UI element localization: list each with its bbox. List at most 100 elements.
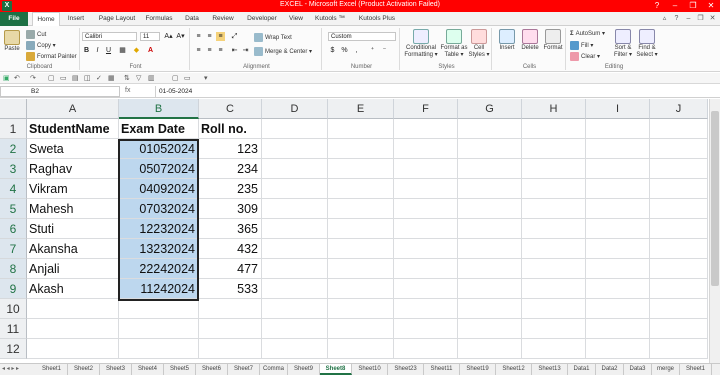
cell-a11[interactable]	[27, 319, 119, 339]
help-icon-small[interactable]: ?	[672, 14, 681, 23]
cell-b5[interactable]: 07032024	[119, 199, 199, 219]
cell-j10[interactable]	[650, 299, 708, 319]
minimize-button[interactable]: –	[666, 0, 684, 12]
cell-e6[interactable]	[328, 219, 394, 239]
cell-h4[interactable]	[522, 179, 586, 199]
cell-c10[interactable]	[199, 299, 262, 319]
row-header-8[interactable]: 8	[0, 259, 27, 279]
font-name-dropdown[interactable]: Calibri	[82, 32, 137, 41]
cell-f10[interactable]	[394, 299, 458, 319]
cell-f5[interactable]	[394, 199, 458, 219]
sheet-tab-sheet19[interactable]: Sheet19	[460, 364, 496, 375]
tab-formulas[interactable]: Formulas	[142, 12, 176, 26]
cell-d4[interactable]	[262, 179, 328, 199]
cell-a12[interactable]	[27, 339, 119, 359]
cell-e12[interactable]	[328, 339, 394, 359]
cell-c8[interactable]: 477	[199, 259, 262, 279]
format-painter-button[interactable]: Format Painter	[26, 52, 77, 61]
currency-button[interactable]: $	[328, 46, 337, 55]
close-button[interactable]: ✕	[702, 0, 720, 12]
row-header-1[interactable]: 1	[0, 119, 27, 139]
decrease-decimal-icon[interactable]: ⁻	[380, 46, 389, 55]
column-header-e[interactable]: E	[328, 99, 394, 119]
format-cells-button[interactable]: Format	[542, 29, 564, 52]
borders-icon[interactable]: ▦	[118, 46, 127, 55]
print-icon[interactable]: ▤	[72, 74, 79, 82]
sheet-tab-sheet7[interactable]: Sheet7	[228, 364, 260, 375]
cell-c5[interactable]: 309	[199, 199, 262, 219]
cell-d12[interactable]	[262, 339, 328, 359]
cell-g5[interactable]	[458, 199, 522, 219]
close-workbook-icon[interactable]: ✕	[708, 14, 717, 23]
cell-b2[interactable]: 01052024	[119, 139, 199, 159]
cell-b7[interactable]: 13232024	[119, 239, 199, 259]
autosum-button[interactable]: Σ AutoSum ▾	[570, 30, 605, 37]
spelling-icon[interactable]: ✓	[96, 74, 102, 82]
align-right-icon[interactable]: ≡	[216, 46, 225, 55]
cell-i1[interactable]	[586, 119, 650, 139]
fill-button[interactable]: Fill ▾	[570, 41, 593, 50]
cell-e3[interactable]	[328, 159, 394, 179]
redo-icon[interactable]: ↷	[30, 74, 36, 82]
cell-g8[interactable]	[458, 259, 522, 279]
cell-d10[interactable]	[262, 299, 328, 319]
open-file-icon[interactable]: ▭	[60, 74, 67, 82]
cell-g4[interactable]	[458, 179, 522, 199]
cell-j11[interactable]	[650, 319, 708, 339]
sheet-tab-sheet1[interactable]: Sheet1	[36, 364, 68, 375]
delete-cells-button[interactable]: Delete	[519, 29, 541, 52]
merge-small-icon[interactable]: ▭	[184, 74, 191, 82]
cell-f9[interactable]	[394, 279, 458, 299]
row-header-5[interactable]: 5	[0, 199, 27, 219]
cell-f8[interactable]	[394, 259, 458, 279]
cell-j3[interactable]	[650, 159, 708, 179]
column-header-j[interactable]: J	[650, 99, 708, 119]
cell-c11[interactable]	[199, 319, 262, 339]
sheet-tab-data3[interactable]: Data3	[624, 364, 652, 375]
cell-b10[interactable]	[119, 299, 199, 319]
find-select-button[interactable]: Find & Select ▾	[636, 29, 658, 59]
sheet-tab-sheet8[interactable]: Sheet8	[320, 364, 352, 375]
cell-e8[interactable]	[328, 259, 394, 279]
cell-a6[interactable]: Stuti	[27, 219, 119, 239]
row-header-3[interactable]: 3	[0, 159, 27, 179]
cell-h11[interactable]	[522, 319, 586, 339]
formula-input[interactable]: 01-05-2024	[155, 86, 715, 97]
percent-button[interactable]: %	[340, 46, 349, 55]
cell-i9[interactable]	[586, 279, 650, 299]
sheet-tab-sheet3[interactable]: Sheet3	[100, 364, 132, 375]
cell-d8[interactable]	[262, 259, 328, 279]
sheet-tab-sheet2[interactable]: Sheet2	[68, 364, 100, 375]
cell-b11[interactable]	[119, 319, 199, 339]
cell-g12[interactable]	[458, 339, 522, 359]
row-header-6[interactable]: 6	[0, 219, 27, 239]
cell-g6[interactable]	[458, 219, 522, 239]
filter-icon[interactable]: ▽	[136, 74, 141, 82]
cell-a1[interactable]: StudentName	[27, 119, 119, 139]
cell-e7[interactable]	[328, 239, 394, 259]
cell-j1[interactable]	[650, 119, 708, 139]
sort-filter-button[interactable]: Sort & Filter ▾	[612, 29, 634, 59]
cell-e1[interactable]	[328, 119, 394, 139]
cell-g7[interactable]	[458, 239, 522, 259]
insert-cells-button[interactable]: Insert	[496, 29, 518, 52]
cell-a10[interactable]	[27, 299, 119, 319]
cell-j4[interactable]	[650, 179, 708, 199]
number-format-dropdown[interactable]: Custom	[328, 32, 396, 41]
cell-c1[interactable]: Roll no.	[199, 119, 262, 139]
border-icon[interactable]: ▢	[172, 74, 179, 82]
cell-b9[interactable]: 11242024	[119, 279, 199, 299]
cell-styles-button[interactable]: Cell Styles ▾	[468, 29, 490, 59]
sheet-tab-sheet1[interactable]: Sheet1	[680, 364, 712, 375]
sheet-tab-sheet5[interactable]: Sheet5	[164, 364, 196, 375]
cell-c12[interactable]	[199, 339, 262, 359]
cell-a5[interactable]: Mahesh	[27, 199, 119, 219]
cell-d2[interactable]	[262, 139, 328, 159]
cell-i6[interactable]	[586, 219, 650, 239]
sheet-tab-data1[interactable]: Data1	[568, 364, 596, 375]
column-header-h[interactable]: H	[522, 99, 586, 119]
cell-f11[interactable]	[394, 319, 458, 339]
cell-f7[interactable]	[394, 239, 458, 259]
conditional-formatting-button[interactable]: Conditional Formatting ▾	[404, 29, 438, 59]
tab-page-layout[interactable]: Page Layout	[94, 12, 140, 26]
